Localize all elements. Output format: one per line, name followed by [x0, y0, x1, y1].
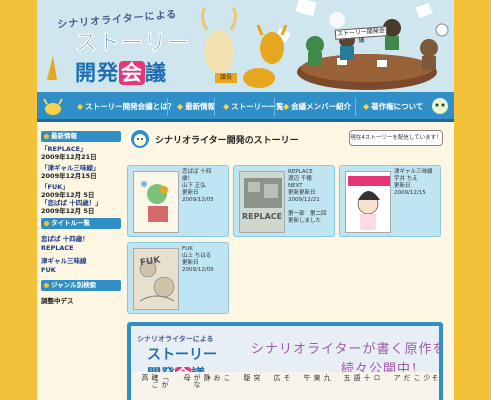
goat-badge: 議長	[215, 73, 237, 83]
genre-status: 調整中デス	[41, 297, 74, 305]
title-link[interactable]: REPLACE	[41, 244, 74, 252]
title-link[interactable]: 恋ばば 十四歳！	[41, 233, 89, 243]
members-icon: ◆	[283, 102, 290, 111]
bullet-icon	[44, 134, 49, 139]
news-date: 2009年12月15日	[41, 172, 97, 180]
main-nav: ◆ ストーリー開発会議とは？ ◆ 最新情報 ◆ ストーリー一覧 ◆ 会議メンバー紹介 ◆…	[37, 92, 454, 122]
news-date: 2009年12月 5日	[41, 207, 95, 215]
news-link[interactable]: 「FUK」	[41, 183, 69, 191]
promo-banner-inner: シナリオライターによる ストーリー 開発会議 シナリオライターが書く原作を 続々…	[131, 326, 439, 400]
bullet-icon	[44, 283, 49, 288]
news-link[interactable]: 「津ギャル三味線」	[41, 164, 100, 172]
title-link[interactable]: FUK	[41, 266, 56, 274]
sidebar-news-heading: 最新情報	[41, 131, 121, 142]
character-icon	[129, 128, 151, 150]
copyright-icon: ◆	[363, 102, 370, 111]
header-banner: シナリオライターによる ストーリー 開発会議 ストーリー開発会議 議長	[37, 0, 454, 92]
title-link[interactable]: 津ギャル三味線	[41, 255, 87, 265]
nav-copyright[interactable]: ◆ 著作権について	[363, 92, 423, 122]
story-cover[interactable]: FUK	[133, 248, 179, 310]
news-link[interactable]: 「REPLACE」	[41, 145, 87, 153]
story-count-bubble: 現在4ストーリーを配信しています！	[349, 130, 443, 146]
promo-banner[interactable]: シナリオライターによる ストーリー 開発会議 シナリオライターが書く原作を 続々…	[127, 322, 443, 400]
story-card[interactable]: REPLACE REPLACE 渡辺 千穂 NEXT 更新更新日 2009/12/21 第…	[233, 165, 335, 237]
story-meta: FUK 山上 ちはる 更新日 2009/12/05	[182, 246, 214, 273]
story-cover[interactable]: REPLACE	[239, 171, 285, 233]
open-book-illustration: 高 確ご 「か 母 がな 静 お こ 駆 突 広 そ 午 東 九 五 語 十 ロ…	[131, 372, 439, 400]
banner-headline: シナリオライターが書く原作を	[251, 342, 439, 357]
logo-title-line1: ストーリー	[75, 31, 191, 57]
cover-title: REPLACE	[242, 212, 283, 221]
nav-divider	[355, 98, 356, 116]
nav-about[interactable]: ◆ ストーリー開発会議とは？	[77, 92, 175, 122]
sidebar-genre-heading: ジャンル別検索	[41, 280, 121, 291]
nav-divider	[167, 98, 168, 116]
bullet-icon	[44, 221, 49, 226]
story-card[interactable]: 恋ばば 十四 歳！ 山下 正弘 更新日 2009/12/05	[127, 165, 229, 237]
story-meta: 恋ばば 十四 歳！ 山下 正弘 更新日 2009/12/05	[182, 169, 214, 203]
page: シナリオライターによる ストーリー 開発会議 ストーリー開発会議 議長 ◆ ストー…	[37, 0, 454, 400]
news-link[interactable]: 「恋ばば 十四歳！」	[41, 199, 102, 207]
news-date: 2009年12月 5日	[41, 191, 95, 199]
site-logo[interactable]: シナリオライターによる ストーリー 開発会議	[57, 9, 191, 87]
nav-news[interactable]: ◆ 最新情報	[177, 92, 215, 122]
main-content: シナリオライター開発のストーリー 現在4ストーリーを配信しています！ 恋ばば 十…	[127, 125, 454, 400]
news-icon: ◆	[177, 102, 184, 111]
section-title: シナリオライター開発のストーリー	[155, 136, 299, 146]
news-date: 2009年12月21日	[41, 153, 97, 161]
nav-members[interactable]: ◆ 会議メンバー紹介	[283, 92, 351, 122]
list-icon: ◆	[223, 102, 230, 111]
nav-divider	[214, 98, 215, 116]
character-nav-icon	[432, 98, 448, 114]
story-cover[interactable]	[345, 171, 391, 233]
about-icon: ◆	[77, 102, 84, 111]
sidebar: 最新情報 「REPLACE」 2009年12月21日 「津ギャル三味線」 200…	[37, 125, 127, 400]
story-cover[interactable]	[133, 171, 179, 233]
story-card[interactable]: FUK FUK 山上 ちはる 更新日 2009/12/05	[127, 242, 229, 314]
story-meta: REPLACE 渡辺 千穂 NEXT 更新更新日 2009/12/21 第一部 第二回 更新…	[288, 169, 327, 224]
story-card[interactable]: 津ギャル三味線 宇井 ちえ 更新日 2009/12/15	[339, 165, 441, 237]
goat-nav-icon	[43, 98, 63, 115]
nav-divider	[274, 98, 275, 116]
sidebar-titles-heading: タイトル一覧	[41, 218, 121, 229]
logo-title-line2: 開発会議	[75, 61, 167, 85]
story-meta: 津ギャル三味線 宇井 ちえ 更新日 2009/12/15	[394, 169, 433, 196]
